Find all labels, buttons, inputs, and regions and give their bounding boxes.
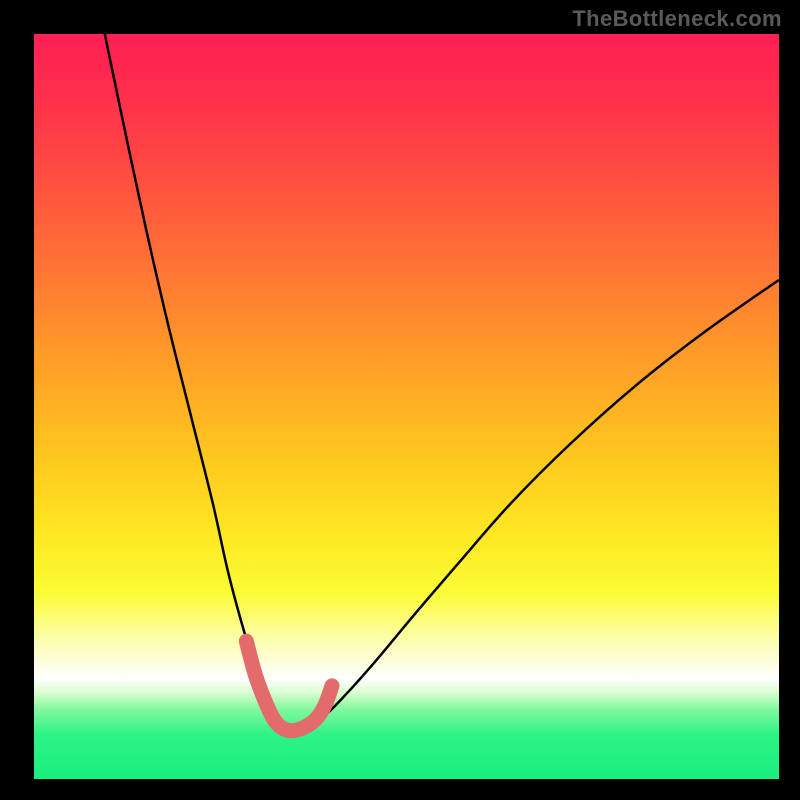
bottleneck-curve [105, 34, 779, 731]
curve-svg [34, 34, 779, 779]
watermark-text: TheBottleneck.com [572, 6, 782, 32]
highlight-markers [246, 641, 332, 730]
chart-frame: TheBottleneck.com [0, 0, 800, 800]
plot-area [34, 34, 779, 779]
